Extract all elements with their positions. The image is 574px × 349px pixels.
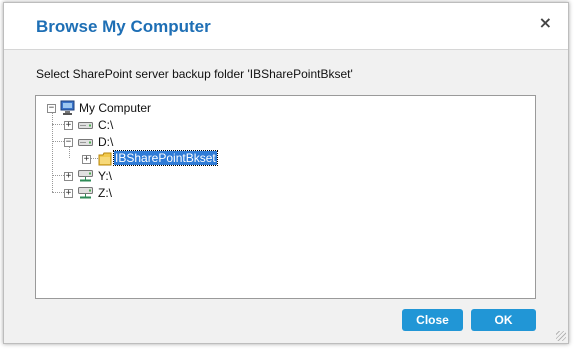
collapse-icon[interactable]: −: [64, 138, 73, 147]
instruction-text: Select SharePoint server backup folder '…: [36, 67, 353, 81]
folder-icon: [98, 152, 112, 166]
tree-item-drive-d[interactable]: − D:\: [36, 134, 516, 150]
tree-item-label: Y:\: [98, 169, 113, 183]
expand-icon[interactable]: +: [64, 172, 73, 181]
network-drive-icon: [78, 170, 93, 182]
network-drive-icon: [78, 187, 93, 199]
tree-item-drive-c[interactable]: + C:\: [36, 117, 516, 133]
tree-item-drive-z[interactable]: + Z:\: [36, 185, 516, 201]
dialog-titlebar: Browse My Computer ×: [4, 3, 568, 50]
close-button[interactable]: Close: [402, 309, 463, 331]
tree-item-drive-y[interactable]: + Y:\: [36, 168, 516, 184]
tree-item-label: C:\: [98, 118, 114, 132]
ok-button[interactable]: OK: [471, 309, 536, 331]
tree-item-label: D:\: [98, 135, 114, 149]
hard-drive-icon: [78, 139, 93, 146]
tree-item-label: Z:\: [98, 186, 112, 200]
tree-item-my-computer[interactable]: − My Computer: [36, 100, 516, 116]
close-icon[interactable]: ×: [539, 13, 552, 32]
hard-drive-icon: [78, 122, 93, 129]
resize-grip-icon[interactable]: [556, 331, 566, 341]
expand-icon[interactable]: +: [64, 121, 73, 130]
expand-icon[interactable]: +: [82, 155, 91, 164]
folder-tree[interactable]: − My Computer + C:\ − D:\ + IBSharePoint…: [35, 95, 536, 299]
computer-icon: [60, 100, 75, 115]
tree-item-label: IBSharePointBkset: [113, 150, 218, 166]
tree-item-label: My Computer: [79, 101, 152, 115]
dialog-title: Browse My Computer: [36, 17, 211, 36]
collapse-icon[interactable]: −: [47, 104, 56, 113]
tree-item-ibsharepointbkset[interactable]: + IBSharePointBkset: [36, 150, 516, 167]
expand-icon[interactable]: +: [64, 189, 73, 198]
browse-dialog: Browse My Computer × Select SharePoint s…: [3, 2, 569, 344]
